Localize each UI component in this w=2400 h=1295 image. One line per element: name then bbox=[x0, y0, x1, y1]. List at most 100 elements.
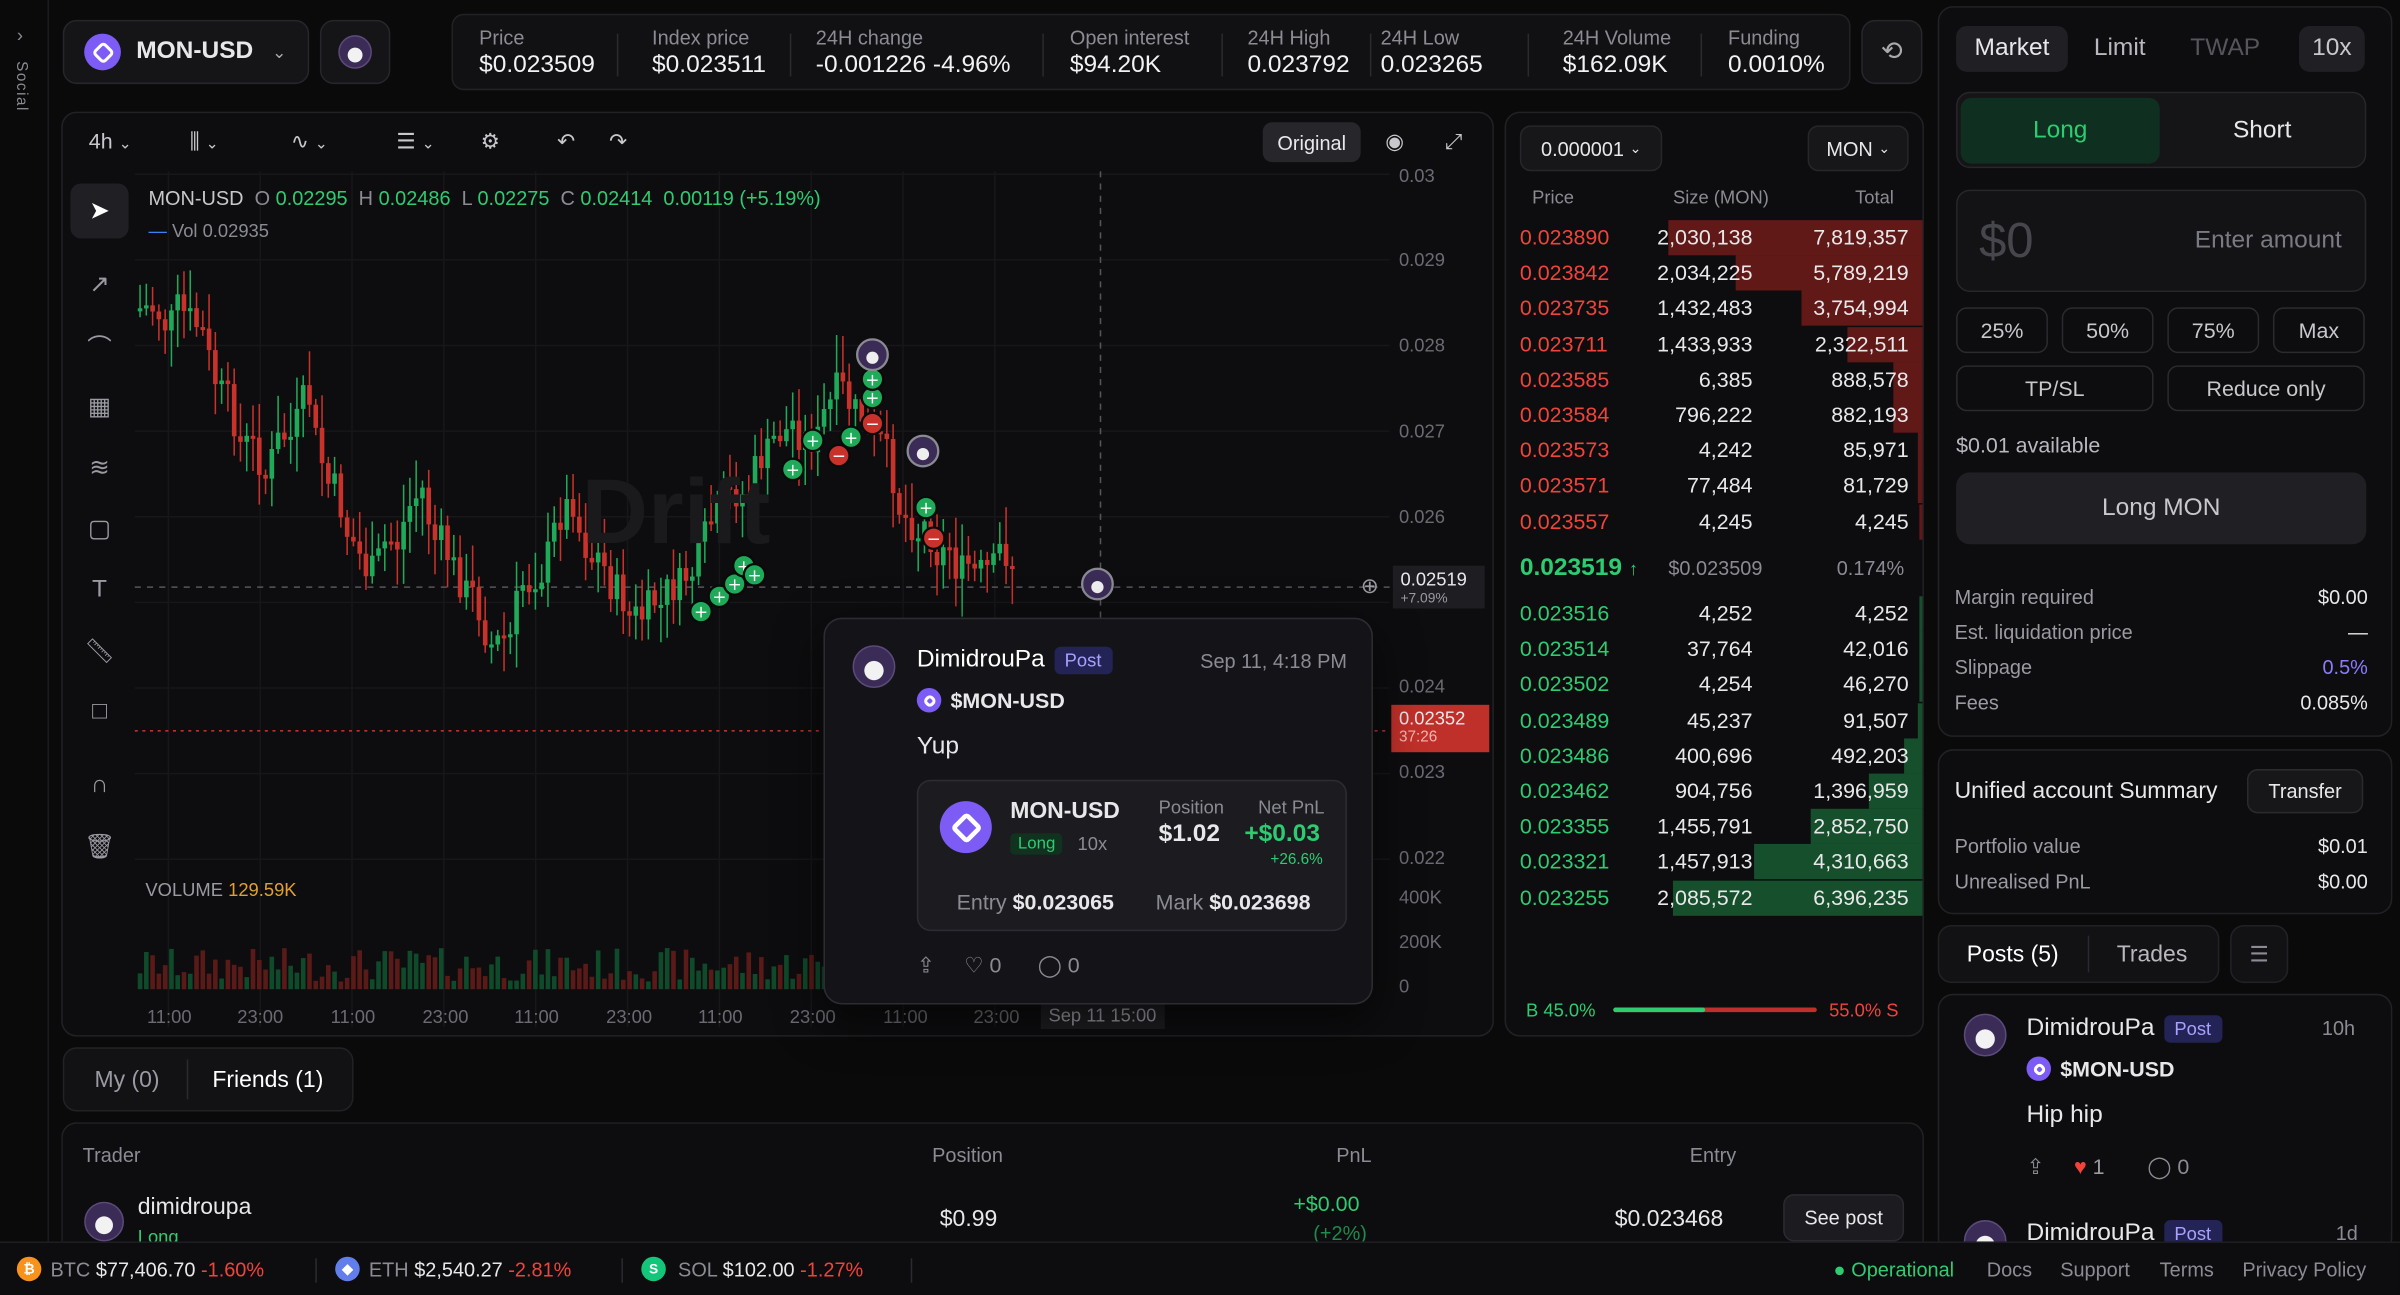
submit-order-button[interactable]: Long MON bbox=[1956, 472, 2367, 545]
tab-my-positions[interactable]: My (0) bbox=[73, 1055, 180, 1104]
grid-icon[interactable]: ▦ bbox=[70, 379, 128, 434]
ticker-eth[interactable]: ETH $2,540.27 -2.81% bbox=[369, 1258, 571, 1281]
trade-marker[interactable]: + bbox=[914, 495, 938, 520]
bid-row[interactable]: 0.023516 4,252 4,252 bbox=[1506, 596, 1923, 632]
amount-input[interactable]: $0 Enter amount bbox=[1956, 189, 2367, 293]
ask-row[interactable]: 0.023711 1,433,933 2,322,511 bbox=[1506, 326, 1923, 362]
short-button[interactable]: Short bbox=[2163, 98, 2362, 164]
link-support[interactable]: Support bbox=[2060, 1258, 2130, 1281]
post-card[interactable]: DimidrouPa Post Sep 11, 4:18 PM $MON-USD … bbox=[823, 617, 1373, 1005]
trade-marker[interactable]: + bbox=[800, 428, 825, 453]
original-toggle-button[interactable]: Original bbox=[1262, 122, 1361, 163]
social-label[interactable]: Social bbox=[12, 61, 29, 112]
comment-button[interactable]: ◯ 0 bbox=[1038, 953, 1080, 979]
bid-row[interactable]: 0.023255 2,085,572 6,396,235 bbox=[1506, 880, 1923, 916]
ask-row[interactable]: 0.023890 2,030,138 7,819,357 bbox=[1506, 220, 1923, 256]
feed-post-ticker[interactable]: $MON-USD bbox=[2026, 1056, 2174, 1081]
share-icon[interactable]: ⇪ bbox=[917, 953, 935, 979]
settings-gear-icon[interactable]: ⚙ bbox=[481, 128, 500, 154]
pair-selector[interactable]: MON-USD ⌄ bbox=[62, 19, 310, 85]
link-terms[interactable]: Terms bbox=[2160, 1258, 2214, 1281]
trade-marker[interactable]: + bbox=[860, 367, 885, 392]
ask-row[interactable]: 0.023842 2,034,225 5,789,219 bbox=[1506, 255, 1923, 291]
max-button[interactable]: Max bbox=[2272, 307, 2365, 354]
ask-row[interactable]: 0.023573 4,242 85,971 bbox=[1506, 432, 1923, 469]
fib-icon[interactable]: ≋ bbox=[70, 440, 128, 495]
bid-row[interactable]: 0.023502 4,254 46,270 bbox=[1506, 667, 1923, 703]
ask-row[interactable]: 0.023585 6,385 888,578 bbox=[1506, 362, 1923, 398]
tab-market[interactable]: Market bbox=[1956, 25, 2068, 72]
indicators-icon[interactable]: ∿ ⌄ bbox=[291, 128, 328, 154]
transfer-button[interactable]: Transfer bbox=[2246, 769, 2364, 814]
trade-marker[interactable]: + bbox=[839, 425, 863, 450]
tab-friends-positions[interactable]: Friends (1) bbox=[194, 1055, 341, 1104]
trade-marker[interactable]: + bbox=[742, 563, 767, 587]
tab-twap[interactable]: TWAP bbox=[2190, 35, 2260, 63]
chevron-right-icon[interactable]: › bbox=[17, 24, 23, 45]
chart-type-icon[interactable]: ⫼ ⌄ bbox=[190, 128, 219, 154]
pct-75-button[interactable]: 75% bbox=[2167, 307, 2260, 354]
ask-row[interactable]: 0.023571 77,484 81,729 bbox=[1506, 468, 1923, 504]
reduce-only-button[interactable]: Reduce only bbox=[2167, 365, 2365, 412]
bid-row[interactable]: 0.023462 904,756 1,396,959 bbox=[1506, 773, 1923, 809]
interval-selector[interactable]: 4h ⌄ bbox=[89, 128, 132, 152]
slippage-row[interactable]: Slippage 0.5% bbox=[1955, 656, 2368, 679]
undo-icon[interactable]: ↶ bbox=[557, 128, 575, 154]
comment-button[interactable]: ◯ 0 bbox=[2147, 1154, 2189, 1180]
trader-name[interactable]: dimidroupa bbox=[138, 1194, 252, 1220]
link-privacy[interactable]: Privacy Policy bbox=[2242, 1258, 2366, 1281]
curve-icon[interactable]: ⌒ bbox=[70, 318, 128, 373]
see-post-button[interactable]: See post bbox=[1783, 1194, 1905, 1242]
square-icon[interactable]: □ bbox=[70, 685, 128, 740]
like-button[interactable]: ♥ 1 bbox=[2074, 1154, 2105, 1178]
rectangle-icon[interactable]: ▢ bbox=[70, 501, 128, 556]
trade-marker[interactable]: + bbox=[689, 599, 713, 624]
bid-row[interactable]: 0.023514 37,764 42,016 bbox=[1506, 631, 1923, 667]
leverage-button[interactable]: 10x bbox=[2298, 25, 2365, 72]
link-docs[interactable]: Docs bbox=[1987, 1258, 2032, 1281]
volume-bar bbox=[489, 964, 494, 990]
ticker-sol[interactable]: SOL $102.00 -1.27% bbox=[678, 1258, 863, 1281]
position-summary[interactable]: MON-USD Long 10x Position $1.02 Net PnL … bbox=[916, 779, 1347, 932]
add-alert-icon[interactable]: ⊕ bbox=[1361, 573, 1379, 599]
ticker-btc[interactable]: BTC $77,406.70 -1.60% bbox=[51, 1258, 265, 1281]
camera-icon[interactable]: ◉ bbox=[1385, 128, 1404, 154]
feed-post-author[interactable]: DimidrouPa Post bbox=[2027, 1015, 2222, 1043]
pct-50-button[interactable]: 50% bbox=[2061, 307, 2154, 354]
layout-icon[interactable]: ☰ ⌄ bbox=[396, 128, 434, 154]
trendline-icon[interactable]: ↗ bbox=[70, 257, 128, 312]
ask-row[interactable]: 0.023557 4,245 4,245 bbox=[1506, 503, 1923, 540]
trade-marker[interactable]: + bbox=[780, 457, 805, 482]
bid-row[interactable]: 0.023489 45,237 91,507 bbox=[1506, 702, 1923, 738]
ask-row[interactable]: 0.023735 1,432,483 3,754,994 bbox=[1506, 291, 1923, 327]
post-ticker[interactable]: $MON-USD bbox=[916, 688, 1065, 713]
bid-row[interactable]: 0.023355 1,455,791 2,852,750 bbox=[1506, 809, 1923, 845]
tab-trades[interactable]: Trades bbox=[2094, 931, 2210, 977]
fullscreen-icon[interactable]: ⤢ bbox=[1445, 128, 1462, 154]
bid-row[interactable]: 0.023486 400,696 492,203 bbox=[1506, 738, 1923, 774]
tpsl-button[interactable]: TP/SL bbox=[1956, 365, 2154, 412]
text-icon[interactable]: T bbox=[70, 563, 128, 618]
like-button[interactable]: ♡ 0 bbox=[964, 953, 1001, 979]
profile-avatar-button[interactable] bbox=[319, 19, 391, 85]
cursor-icon[interactable]: ➤ bbox=[70, 183, 129, 239]
social-sidebar[interactable]: › Social bbox=[0, 0, 49, 1242]
redo-icon[interactable]: ↷ bbox=[609, 128, 627, 154]
tab-posts[interactable]: Posts (5) bbox=[1944, 931, 2082, 977]
share-icon[interactable]: ⇪ bbox=[2027, 1154, 2045, 1180]
trade-marker[interactable]: − bbox=[860, 411, 885, 436]
unit-select[interactable]: MON ⌄ bbox=[1807, 125, 1909, 172]
tick-size-select[interactable]: 0.000001 ⌄ bbox=[1519, 125, 1663, 172]
long-button[interactable]: Long bbox=[1960, 97, 2160, 164]
pct-25-button[interactable]: 25% bbox=[1956, 307, 2048, 354]
magnet-icon[interactable]: ∩ bbox=[70, 758, 128, 813]
filter-icon[interactable]: ☰ bbox=[2230, 924, 2289, 984]
trash-icon[interactable]: 🗑︎ bbox=[70, 819, 128, 874]
trade-marker[interactable]: − bbox=[921, 526, 946, 551]
refresh-icon[interactable]: ⟲ bbox=[1861, 19, 1923, 85]
ask-row[interactable]: 0.023584 796,222 882,193 bbox=[1506, 397, 1923, 433]
ruler-icon[interactable]: 📏︎ bbox=[70, 624, 128, 679]
tab-limit[interactable]: Limit bbox=[2094, 35, 2146, 63]
post-author[interactable]: DimidrouPa Post bbox=[917, 646, 1113, 675]
bid-row[interactable]: 0.023321 1,457,913 4,310,663 bbox=[1506, 844, 1923, 880]
